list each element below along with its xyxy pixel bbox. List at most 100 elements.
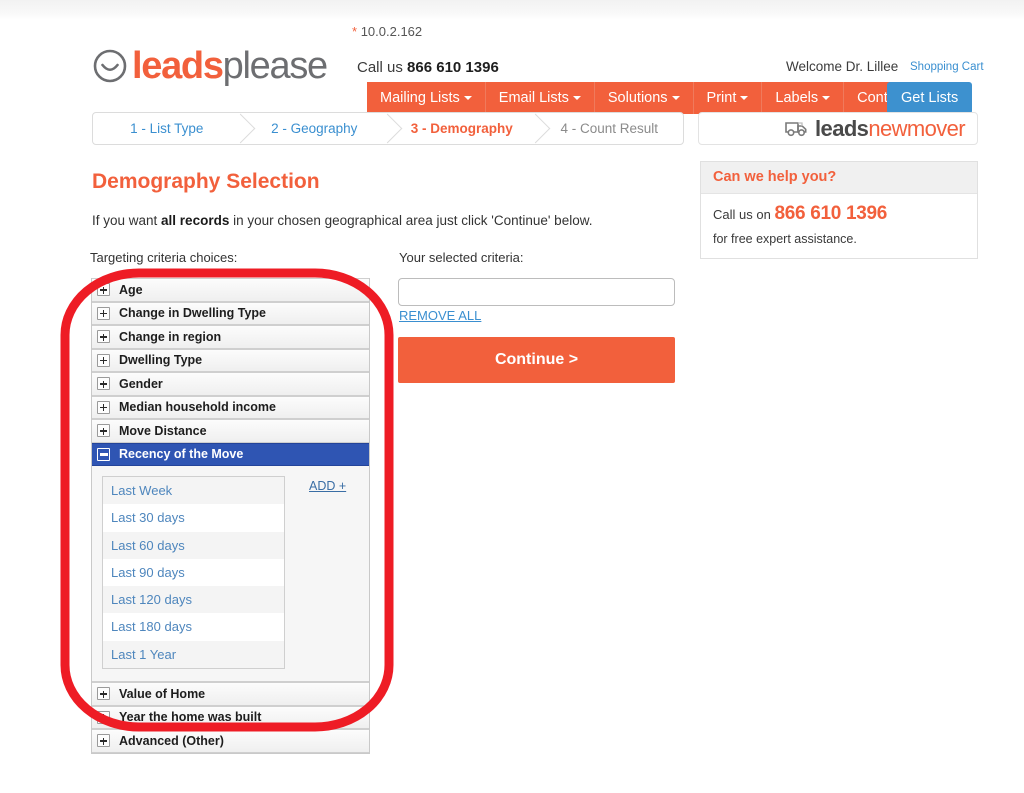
site-header: leadsplease * 10.0.2.162 Call us 866 610… [0,20,1024,114]
list-item[interactable]: Last 90 days [103,558,284,587]
page-root: leadsplease * 10.0.2.162 Call us 866 610… [0,0,1024,793]
intro-text: If you want all records in your chosen g… [92,213,592,228]
nav-label: Solutions [607,90,668,106]
accordion-item-value-of-home[interactable]: Value of Home [92,682,369,706]
call-us-label: Call us [357,59,403,76]
step-4-count-result[interactable]: 4 - Count Result [536,113,684,144]
step-1-list-type[interactable]: 1 - List Type [93,113,255,144]
continue-button[interactable]: Continue > [398,337,675,383]
intro-before: If you want [92,213,162,228]
accordion-label: Recency of the Move [119,447,244,462]
badge-word-newmover: newmover [868,115,965,141]
step-label: 4 - Count Result [560,121,659,136]
nav-label: Print [706,90,737,106]
logo-word-please: please [222,45,328,87]
chevron-down-icon [572,96,581,100]
help-call-prefix: Call us on [713,207,771,222]
chevron-down-icon [740,96,749,100]
add-criteria-link[interactable]: ADD + [309,479,346,669]
accordion-item-recency-of-the-move[interactable]: Recency of the Move [92,442,369,466]
accordion-item-gender[interactable]: Gender [92,372,369,396]
accordion-item-dwelling-type[interactable]: Dwelling Type [92,348,369,372]
call-us-number: 866 610 1396 [407,59,499,76]
shopping-cart-link[interactable]: Shopping Cart [910,61,984,73]
plus-icon [97,330,110,344]
accordion-item-year-the-home-was-built[interactable]: Year the home was built [92,705,369,730]
step-2-geography[interactable]: 2 - Geography [241,113,403,144]
accordion-label: Age [119,282,143,297]
help-phone-number: 866 610 1396 [774,203,888,224]
logo-word-leads: leads [132,45,224,87]
step-label: 3 - Demography [410,121,513,136]
main-navigation: Mailing Lists Email Lists Solutions Prin… [367,82,921,114]
nav-label: Email Lists [498,90,569,106]
nav-item-print[interactable]: Print [693,82,763,114]
list-item[interactable]: Last 1 Year [103,640,284,669]
accordion-label: Change in Dwelling Type [119,306,267,321]
accordion-item-advanced-other[interactable]: Advanced (Other) [92,729,369,753]
leadsnewmover-wordmark: leadsnewmover [815,115,966,141]
step-label: 1 - List Type [130,121,204,136]
intro-bold: all records [161,213,230,228]
help-panel-call-line: Call us on 866 610 1396 [701,194,977,225]
plus-icon [97,283,110,297]
selected-criteria-input[interactable] [398,278,675,306]
plus-icon [97,424,110,438]
accordion-item-age[interactable]: Age [92,278,369,302]
asterisk-icon: * [352,24,358,39]
plus-icon [97,400,110,414]
smiley-face-icon [93,49,127,83]
call-us-line: Call us 866 610 1396 [357,59,499,76]
help-panel-subtext: for free expert assistance. [713,232,857,246]
chevron-down-icon [671,96,680,100]
get-lists-button[interactable]: Get Lists [887,82,973,114]
accordion-label: Value of Home [119,686,206,701]
nav-item-email-lists[interactable]: Email Lists [485,82,595,114]
minus-icon [97,447,110,461]
list-item[interactable]: Last 60 days [103,531,284,559]
plus-icon [97,353,110,367]
nav-item-mailing-lists[interactable]: Mailing Lists [367,82,486,114]
plus-icon [97,734,110,748]
badge-word-leads: leads [815,115,869,141]
list-item[interactable]: Last 180 days [103,613,284,641]
chevron-down-icon [822,96,831,100]
nav-item-solutions[interactable]: Solutions [594,82,694,114]
logo-wordmark: leadsplease [132,45,328,87]
recency-options-panel: Last Week Last 30 days Last 60 days Last… [92,466,369,683]
list-item[interactable]: Last 30 days [103,504,284,532]
help-panel-title: Can we help you? [701,162,977,194]
accordion-item-move-distance[interactable]: Move Distance [92,419,369,443]
nav-label: Mailing Lists [380,90,460,106]
accordion-item-change-in-dwelling-type[interactable]: Change in Dwelling Type [92,301,369,325]
targeting-criteria-label: Targeting criteria choices: [90,250,238,265]
leadsnewmover-badge: leadsnewmover [698,112,978,145]
intro-after: in your chosen geographical area just cl… [229,213,593,228]
accordion-label: Dwelling Type [119,353,203,368]
ip-address-text: 10.0.2.162 [360,24,423,39]
nav-item-labels[interactable]: Labels [762,82,845,114]
moving-truck-icon [785,121,807,136]
plus-icon [97,306,110,320]
accordion-label: Gender [119,376,163,391]
accordion-label: Median household income [119,400,276,415]
recency-option-list: Last Week Last 30 days Last 60 days Last… [102,476,285,670]
selected-criteria-label: Your selected criteria: [399,250,524,265]
nav-label: Labels [775,90,819,106]
step-label: 2 - Geography [271,121,358,136]
accordion-item-median-household-income[interactable]: Median household income [92,395,369,419]
list-item[interactable]: Last Week [103,477,284,505]
accordion-label: Move Distance [119,423,207,438]
leadsplease-logo[interactable]: leadsplease [92,45,328,87]
accordion-label: Change in region [119,329,222,344]
plus-icon [97,377,110,391]
welcome-user-text: Welcome Dr. Lillee [786,59,899,74]
accordion-item-change-in-region[interactable]: Change in region [92,325,369,349]
plus-icon [97,710,110,724]
list-item[interactable]: Last 120 days [103,586,284,614]
step-3-demography[interactable]: 3 - Demography [388,113,550,144]
remove-all-link[interactable]: REMOVE ALL [399,308,481,323]
accordion-label: Year the home was built [119,710,262,725]
page-title: Demography Selection [92,170,320,193]
targeting-criteria-accordion: Age Change in Dwelling Type Change in re… [91,278,370,754]
